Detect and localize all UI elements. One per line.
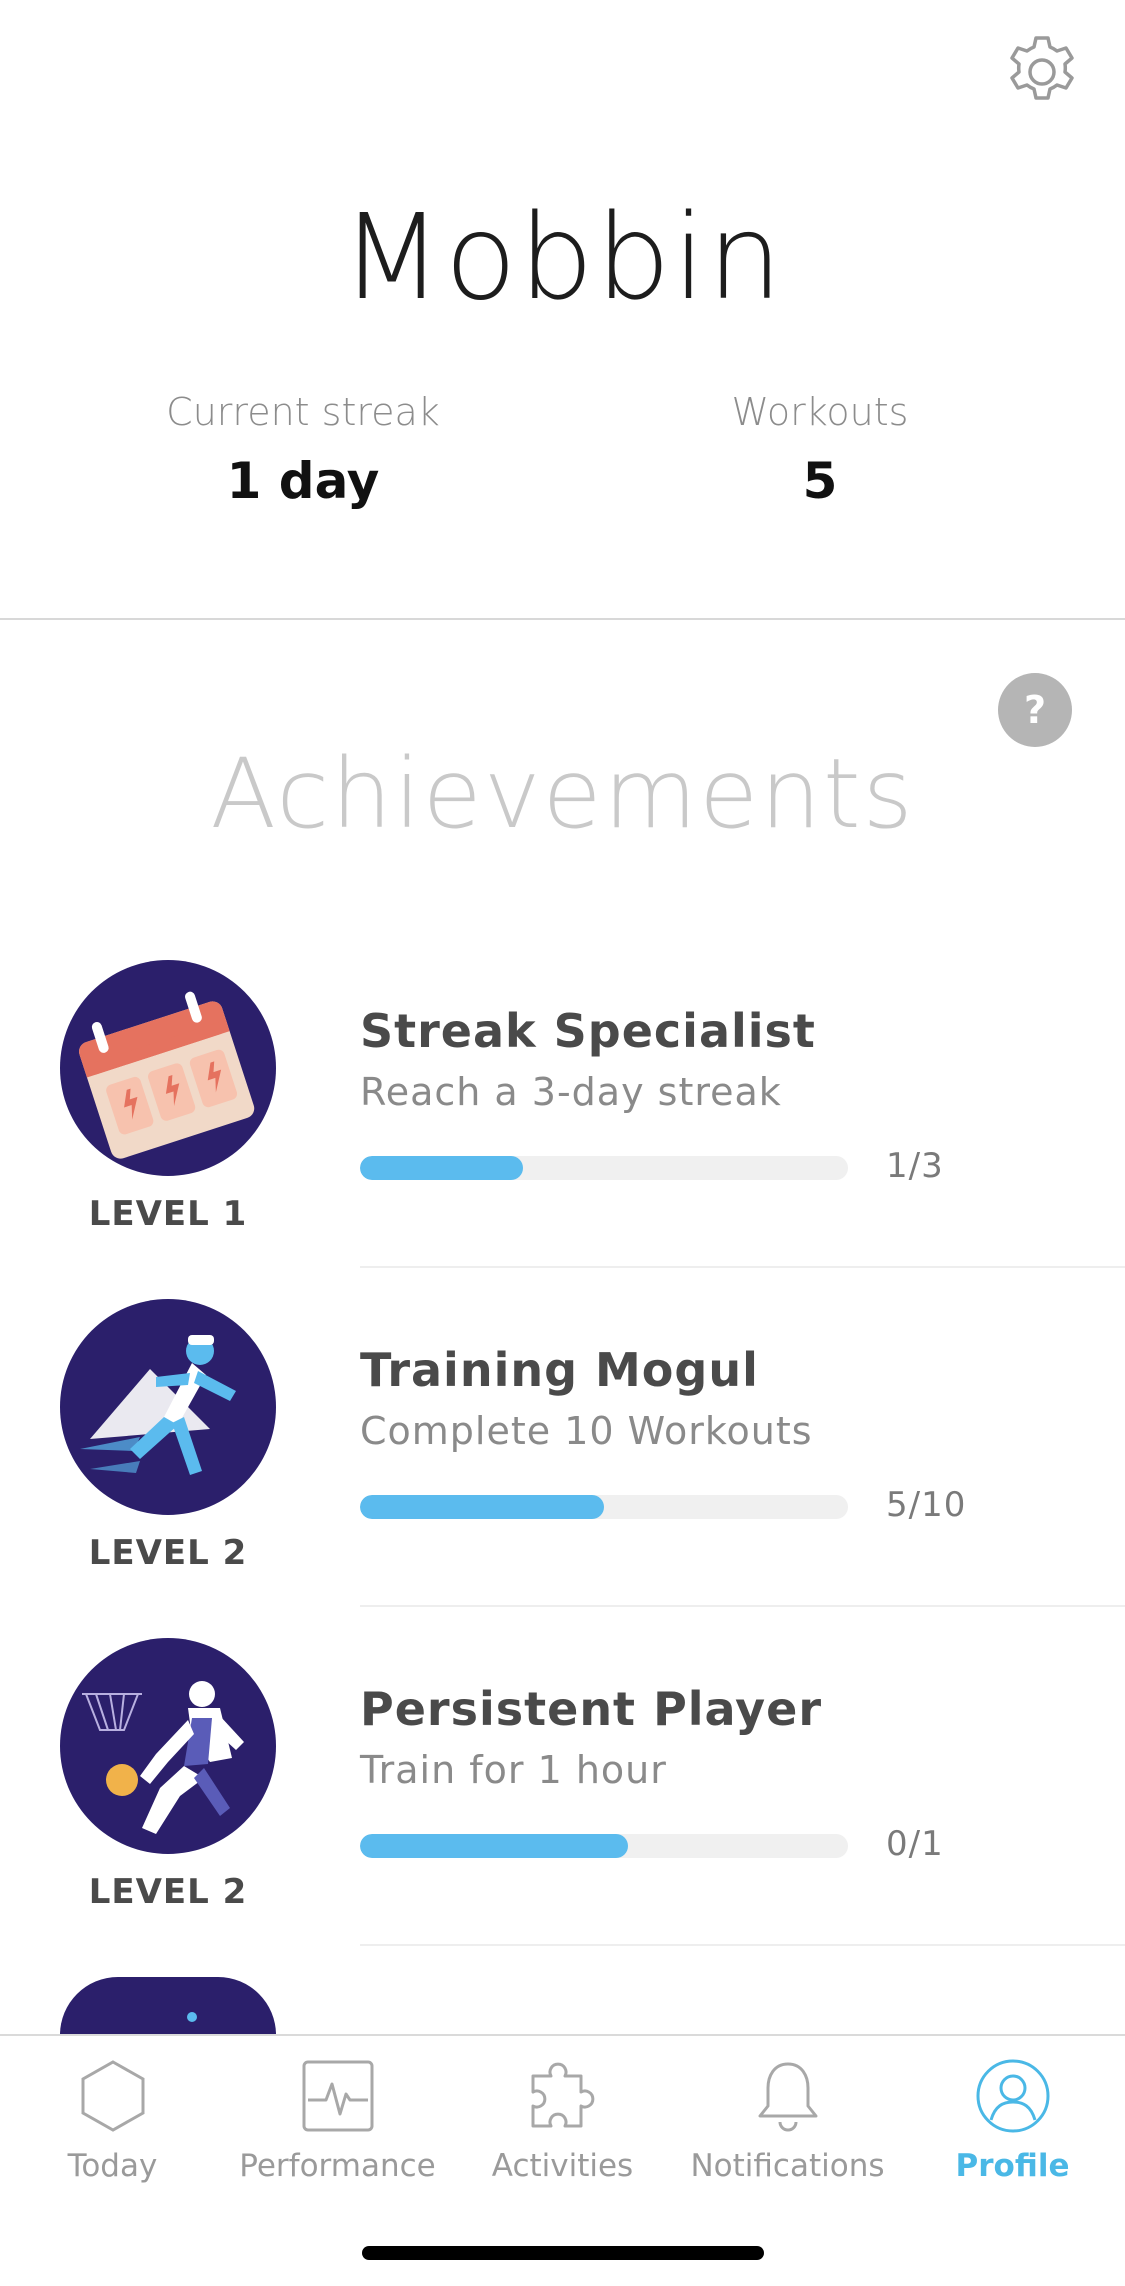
achievement-progress-text: 1/3	[886, 1146, 944, 1186]
home-indicator	[362, 2246, 764, 2260]
profile-icon	[976, 2059, 1049, 2133]
item-divider	[360, 1605, 1125, 1607]
gear-icon	[1010, 36, 1074, 100]
tab-activities[interactable]: Activities	[450, 2056, 675, 2184]
achievement-description: Train for 1 hour	[360, 1748, 667, 1792]
tab-label: Today	[67, 2148, 158, 2184]
hexagon-icon	[81, 2060, 144, 2132]
achievement-description: Reach a 3-day streak	[360, 1070, 782, 1114]
tab-label: Notifications	[690, 2148, 885, 2184]
settings-button[interactable]	[1000, 30, 1084, 114]
runner-icon	[80, 1335, 236, 1475]
achievement-description: Complete 10 Workouts	[360, 1409, 813, 1453]
achievement-item[interactable]: LEVEL 2 Persistent Player Train for 1 ho…	[0, 1638, 1125, 1977]
achievement-progress-fill	[360, 1156, 523, 1180]
achievement-name: Streak Specialist	[360, 1004, 816, 1058]
puzzle-icon	[531, 2062, 594, 2128]
tab-label: Profile	[955, 2148, 1070, 2184]
achievement-progress-fill	[360, 1495, 604, 1519]
achievement-level: LEVEL 1	[88, 1194, 248, 1234]
achievements-title: Achievements	[210, 738, 915, 850]
calendar-icon	[79, 991, 255, 1159]
current-streak-stat: Current streak 1 day	[103, 390, 503, 510]
achievement-name: Training Mogul	[360, 1343, 759, 1397]
current-streak-value: 1 day	[226, 452, 380, 510]
achievement-item[interactable]: LEVEL 2 Training Mogul Complete 10 Worko…	[0, 1299, 1125, 1638]
current-streak-label: Current streak	[166, 390, 440, 434]
achievement-badge	[60, 1299, 276, 1515]
bell-icon	[758, 2062, 817, 2132]
item-divider	[360, 1944, 1125, 1946]
tab-notifications[interactable]: Notifications	[675, 2056, 900, 2184]
workouts-label: Workouts	[731, 390, 909, 434]
achievement-level: LEVEL 2	[88, 1533, 248, 1573]
achievements-help-button[interactable]: ?	[998, 673, 1072, 747]
pulse-chart-icon	[302, 2060, 373, 2132]
achievement-progress-fill	[360, 1834, 629, 1858]
achievement-progress-bar	[360, 1834, 848, 1858]
tab-profile[interactable]: Profile	[900, 2056, 1125, 2184]
user-name: Mobbin	[340, 188, 785, 326]
tab-performance[interactable]: Performance	[225, 2056, 450, 2184]
tab-label: Performance	[239, 2148, 436, 2184]
achievement-progress-bar	[360, 1495, 848, 1519]
workouts-value: 5	[802, 452, 838, 510]
achievement-item[interactable]: LEVEL 1 Streak Specialist Reach a 3-day …	[0, 960, 1125, 1299]
achievement-badge	[60, 1638, 276, 1854]
section-divider	[0, 618, 1125, 620]
achievement-badge	[60, 1977, 276, 2035]
tab-today[interactable]: Today	[0, 2056, 225, 2184]
item-divider	[360, 1266, 1125, 1268]
achievement-name: Persistent Player	[360, 1682, 823, 1736]
workouts-stat: Workouts 5	[620, 390, 1020, 510]
achievement-progress-text: 0/1	[886, 1824, 944, 1864]
achievement-progress-text: 5/10	[886, 1485, 967, 1525]
basketball-player-icon	[82, 1681, 244, 1834]
achievement-progress-bar	[360, 1156, 848, 1180]
achievement-badge-partial-icon	[187, 2012, 197, 2022]
achievement-badge	[60, 960, 276, 1176]
tab-label: Activities	[491, 2148, 634, 2184]
achievement-level: LEVEL 2	[88, 1872, 248, 1912]
